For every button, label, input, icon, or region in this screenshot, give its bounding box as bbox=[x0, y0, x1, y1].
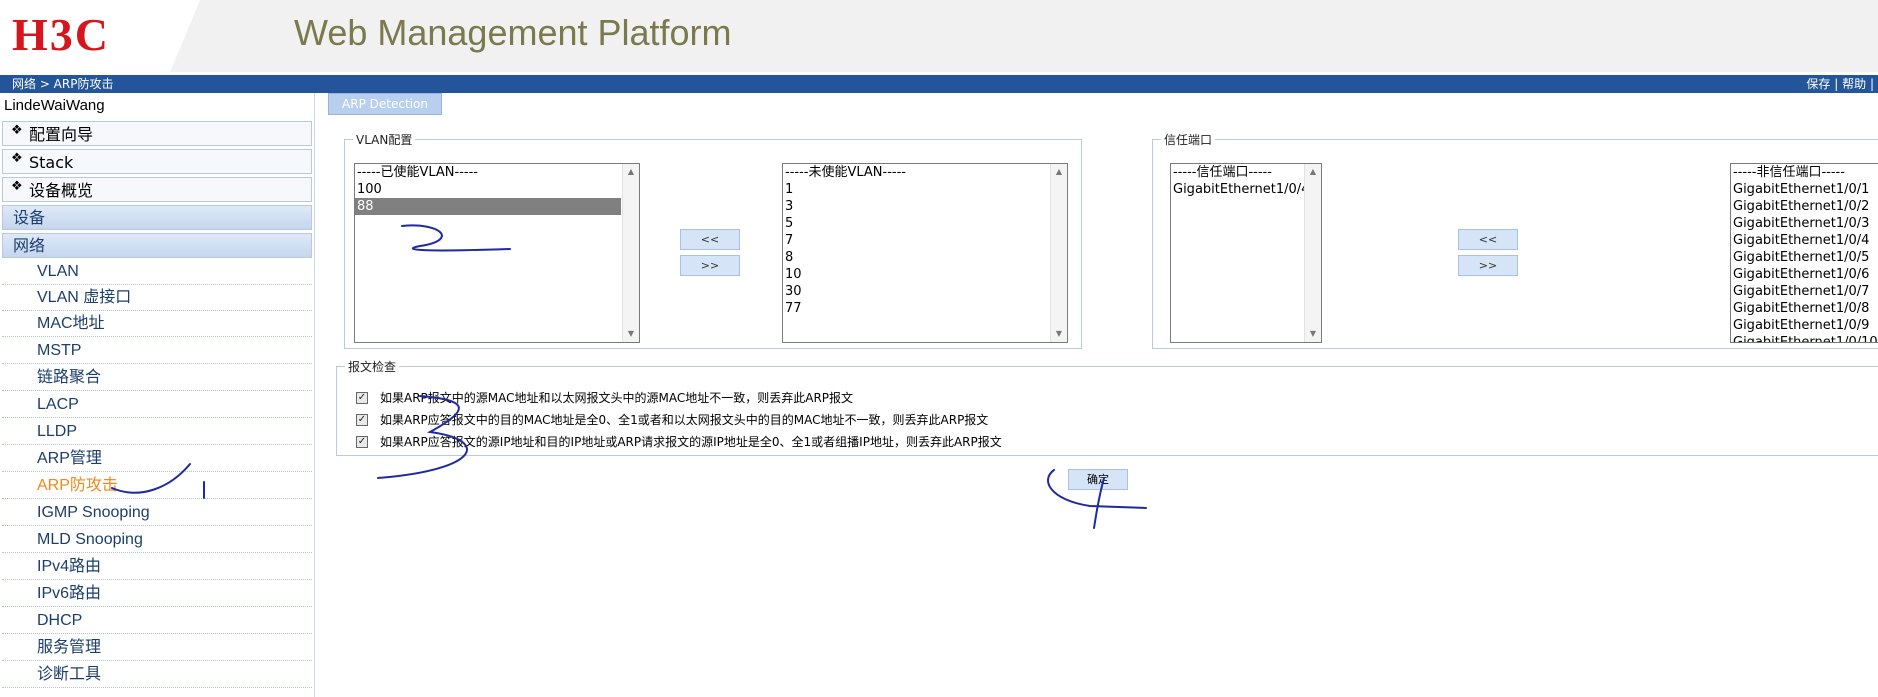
ok-button[interactable]: 确定 bbox=[1068, 469, 1128, 490]
breadcrumb: 网络 > ARP防攻击 bbox=[12, 77, 114, 91]
list-item[interactable]: 3 bbox=[783, 198, 1067, 215]
sidebar-item-mac-address[interactable]: MAC地址 bbox=[2, 311, 312, 337]
save-link[interactable]: 保存 bbox=[1806, 77, 1830, 91]
sidebar-item-arp-management[interactable]: ARP管理 bbox=[2, 446, 312, 472]
list-item[interactable]: 5 bbox=[783, 215, 1067, 232]
sidebar-item-lacp[interactable]: LACP bbox=[2, 392, 312, 418]
sidebar-item-igmp-snooping[interactable]: IGMP Snooping bbox=[2, 500, 312, 526]
scroll-down-icon[interactable]: ▼ bbox=[1305, 326, 1321, 342]
list-item[interactable]: GigabitEthernet1/0/2 bbox=[1731, 198, 1878, 215]
list-item[interactable]: GigabitEthernet1/0/3 bbox=[1731, 215, 1878, 232]
sidebar: LindeWaiWang ❖ 配置向导 ❖ Stack ❖ 设备概览 设备 网络… bbox=[0, 93, 315, 697]
vlan-config-legend: VLAN配置 bbox=[356, 133, 413, 147]
move-left-button[interactable]: << bbox=[680, 229, 740, 250]
list-item[interactable]: GigabitEthernet1/0/9 bbox=[1731, 317, 1878, 334]
sidebar-item-lldp[interactable]: LLDP bbox=[2, 419, 312, 445]
src-mac-checkbox[interactable]: ✓ bbox=[356, 392, 368, 404]
menu-device-overview[interactable]: ❖ 设备概览 bbox=[2, 177, 312, 202]
list-item[interactable]: 30 bbox=[783, 283, 1067, 300]
sidebar-item-dhcp[interactable]: DHCP bbox=[2, 608, 312, 634]
sidebar-item-diagnostic-tools[interactable]: 诊断工具 bbox=[2, 662, 312, 688]
untrusted-port-list[interactable]: -----非信任端口----- GigabitEthernet1/0/1 Gig… bbox=[1730, 163, 1878, 343]
sidebar-item-service-management[interactable]: 服务管理 bbox=[2, 635, 312, 661]
check-label: 如果ARP报文中的源MAC地址和以太网报文头中的源MAC地址不一致，则丢弃此AR… bbox=[380, 391, 854, 405]
enabled-vlan-list[interactable]: -----已使能VLAN----- 100 88 ▲ ▼ bbox=[354, 163, 640, 343]
menu-label: Stack bbox=[29, 153, 74, 172]
sidebar-item-vlan[interactable]: VLAN bbox=[2, 259, 312, 285]
list-header: -----未使能VLAN----- bbox=[785, 165, 906, 180]
list-item[interactable]: 8 bbox=[783, 249, 1067, 266]
list-item[interactable]: GigabitEthernet1/0/10 bbox=[1731, 334, 1878, 342]
disabled-vlan-list[interactable]: -----未使能VLAN----- 1 3 5 7 8 10 30 77 ▲ ▼ bbox=[782, 163, 1068, 343]
tab-arp-detection[interactable]: ARP Detection bbox=[328, 93, 442, 115]
move-right-button[interactable]: >> bbox=[680, 255, 740, 276]
list-header: -----非信任端口----- bbox=[1733, 165, 1845, 180]
diamond-icon: ❖ bbox=[11, 123, 23, 138]
sidebar-item-ipv4-routing[interactable]: IPv4路由 bbox=[2, 554, 312, 580]
list-item[interactable]: GigabitEthernet1/0/4 bbox=[1731, 232, 1878, 249]
diamond-icon: ❖ bbox=[11, 151, 23, 166]
scrollbar[interactable]: ▲ ▼ bbox=[1304, 164, 1321, 342]
check-label: 如果ARP应答报文的源IP地址和目的IP地址或ARP请求报文的源IP地址是全0、… bbox=[380, 435, 1002, 449]
scrollbar[interactable]: ▲ ▼ bbox=[622, 164, 639, 342]
list-item[interactable]: GigabitEthernet1/0/48 bbox=[1171, 181, 1321, 198]
sidebar-item-arp-attack-protection[interactable]: ARP防攻击 bbox=[2, 473, 312, 499]
header: H3C Web Management Platform bbox=[0, 0, 1878, 72]
ip-checkbox[interactable]: ✓ bbox=[356, 436, 368, 448]
dst-mac-checkbox[interactable]: ✓ bbox=[356, 414, 368, 426]
menu-label: 配置向导 bbox=[29, 125, 94, 144]
list-item[interactable]: GigabitEthernet1/0/8 bbox=[1731, 300, 1878, 317]
sidebar-item-ipv6-routing[interactable]: IPv6路由 bbox=[2, 581, 312, 607]
sidebar-item-link-aggregation[interactable]: 链路聚合 bbox=[2, 365, 312, 391]
list-item[interactable]: GigabitEthernet1/0/1 bbox=[1731, 181, 1878, 198]
list-item[interactable]: 100 bbox=[355, 181, 639, 198]
menu-section-device[interactable]: 设备 bbox=[2, 205, 312, 230]
menu-stack[interactable]: ❖ Stack bbox=[2, 149, 312, 174]
sidebar-item-mld-snooping[interactable]: MLD Snooping bbox=[2, 527, 312, 553]
top-actions: 保存 | 帮助 | bbox=[1806, 75, 1874, 93]
list-item[interactable]: GigabitEthernet1/0/7 bbox=[1731, 283, 1878, 300]
top-bar: 网络 > ARP防攻击 保存 | 帮助 | bbox=[0, 75, 1878, 93]
move-right-button[interactable]: >> bbox=[1458, 255, 1518, 276]
check-label: 如果ARP应答报文中的目的MAC地址是全0、全1或者和以太网报文头中的目的MAC… bbox=[380, 413, 989, 427]
scroll-down-icon[interactable]: ▼ bbox=[1051, 326, 1067, 342]
main-content: ARP Detection VLAN配置 -----已使能VLAN----- 1… bbox=[326, 93, 1878, 697]
list-item[interactable]: GigabitEthernet1/0/5 bbox=[1731, 249, 1878, 266]
list-header: -----已使能VLAN----- bbox=[357, 165, 478, 180]
scrollbar[interactable]: ▲ ▼ bbox=[1050, 164, 1067, 342]
list-header: -----信任端口----- bbox=[1173, 165, 1272, 180]
packet-check-legend: 报文检查 bbox=[348, 360, 397, 374]
list-item[interactable]: 1 bbox=[783, 181, 1067, 198]
platform-title: Web Management Platform bbox=[294, 12, 732, 53]
scroll-up-icon[interactable]: ▲ bbox=[623, 164, 639, 180]
separator: | bbox=[1869, 77, 1874, 91]
separator: | bbox=[1834, 77, 1839, 91]
list-item[interactable]: 77 bbox=[783, 300, 1067, 317]
scroll-up-icon[interactable]: ▲ bbox=[1305, 164, 1321, 180]
trusted-port-list[interactable]: -----信任端口----- GigabitEthernet1/0/48 ▲ ▼ bbox=[1170, 163, 1322, 343]
device-name: LindeWaiWang bbox=[4, 97, 105, 114]
trusted-port-legend: 信任端口 bbox=[1164, 133, 1213, 147]
list-item-selected[interactable]: 88 bbox=[355, 198, 621, 215]
sidebar-item-mstp[interactable]: MSTP bbox=[2, 338, 312, 364]
move-left-button[interactable]: << bbox=[1458, 229, 1518, 250]
list-item[interactable]: GigabitEthernet1/0/6 bbox=[1731, 266, 1878, 283]
list-item[interactable]: 7 bbox=[783, 232, 1067, 249]
menu-section-network[interactable]: 网络 bbox=[2, 233, 312, 258]
h3c-logo: H3C bbox=[12, 9, 110, 60]
scroll-up-icon[interactable]: ▲ bbox=[1051, 164, 1067, 180]
menu-config-wizard[interactable]: ❖ 配置向导 bbox=[2, 121, 312, 146]
scroll-down-icon[interactable]: ▼ bbox=[623, 326, 639, 342]
list-item[interactable]: 10 bbox=[783, 266, 1067, 283]
sidebar-item-vlan-interface[interactable]: VLAN 虚接口 bbox=[2, 285, 312, 311]
menu-label: 设备概览 bbox=[29, 181, 94, 200]
diamond-icon: ❖ bbox=[11, 179, 23, 194]
help-link[interactable]: 帮助 bbox=[1842, 77, 1866, 91]
